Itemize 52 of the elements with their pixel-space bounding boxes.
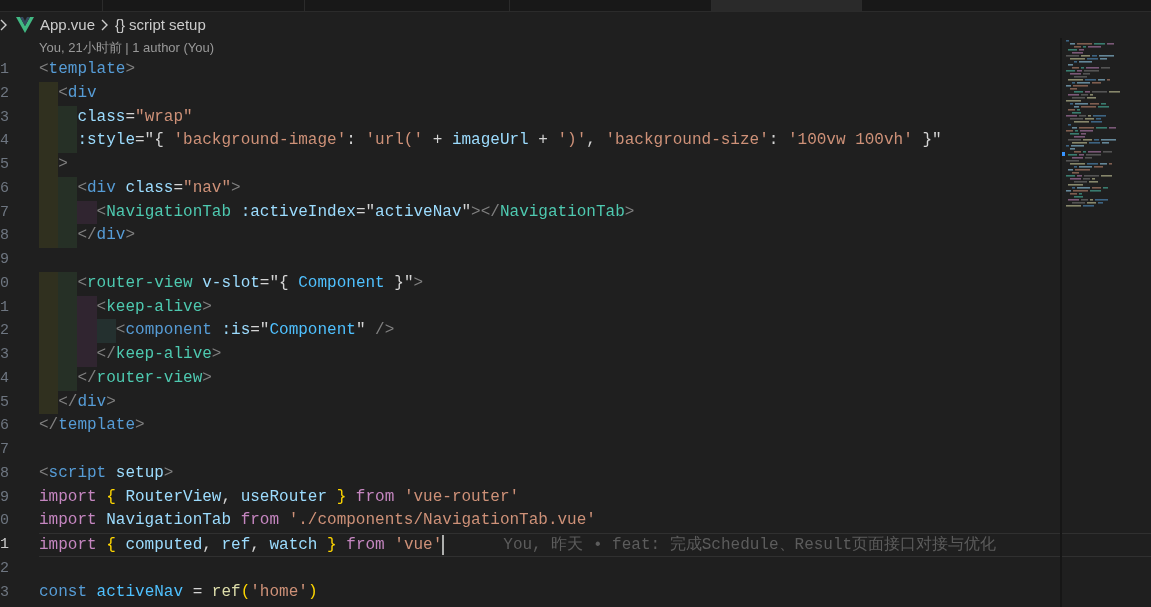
line-number: 3 [0,346,9,363]
line-number: 3 [0,583,9,601]
code-line: </div> [77,225,136,247]
inline-blame: You, 昨天 • feat: 完成Schedule、Result页面接口对接与优化 [503,534,997,556]
line-number: 1 [0,536,9,553]
code-line: <div [58,82,97,104]
line-number: 8 [0,227,9,245]
code-line: <component :is="Component" /> [115,320,395,342]
line-number: 8 [0,464,9,482]
code-line: </div> [58,391,116,413]
line-number: 4 [0,132,9,150]
code-line: <script setup> [39,462,174,484]
line-number: 2 [0,322,9,340]
code-line: class="wrap" [77,106,193,128]
code-line: <keep-alive> [96,296,212,318]
line-number: 0 [0,512,9,530]
line-number: 2 [0,559,9,577]
code-line: import { computed, ref, watch } from 'vue' [39,535,443,556]
breadcrumb-item[interactable]: App.vue [40,13,96,37]
line-number: 9 [0,251,9,268]
code-line: </template> [39,415,145,437]
code-line: </router-view> [77,367,212,389]
vue-logo-icon [16,17,34,33]
code-line: <NavigationTab :activeIndex="activeNav"></NavigationTab> [96,201,635,223]
code-line: > [58,154,68,175]
line-number: 2 [0,84,9,102]
line-number: 1 [0,61,9,78]
line-number: 6 [0,417,9,435]
code-line: import { RouterView, useRouter } from 'vue-router' [39,486,520,508]
code-line: </keep-alive> [96,344,222,365]
line-number: 5 [0,393,9,411]
line-number: 1 [0,298,9,316]
code-line: import NavigationTab from './components/NavigationTab.vue' [39,510,596,532]
line-number: 7 [0,203,9,221]
braces-icon: {} [115,13,126,37]
text-cursor [442,535,445,555]
code-line: const activeNav = ref('home') [39,581,318,603]
line-number: 7 [0,441,9,458]
code-line: <div class="nav"> [77,177,241,199]
code-line: :style="{ 'background-image': 'url(' + imageUrl + ')', 'background-size': '100vw 100vh' }" [77,130,942,152]
code-line: <template> [39,59,136,80]
line-number: 3 [0,108,9,126]
code-line: <router-view v-slot="{ Component }"> [77,272,424,294]
codelens-text[interactable]: You, 21小时前 | 1 author (You) [39,38,215,58]
chevron-icon [0,19,8,31]
line-number: 9 [0,488,9,506]
line-number: 6 [0,179,9,197]
line-number: 0 [0,274,9,292]
breadcrumb-item[interactable]: script setup [129,13,206,37]
line-number: 4 [0,369,9,387]
line-number: 5 [0,156,9,173]
chevron-icon [101,19,110,31]
